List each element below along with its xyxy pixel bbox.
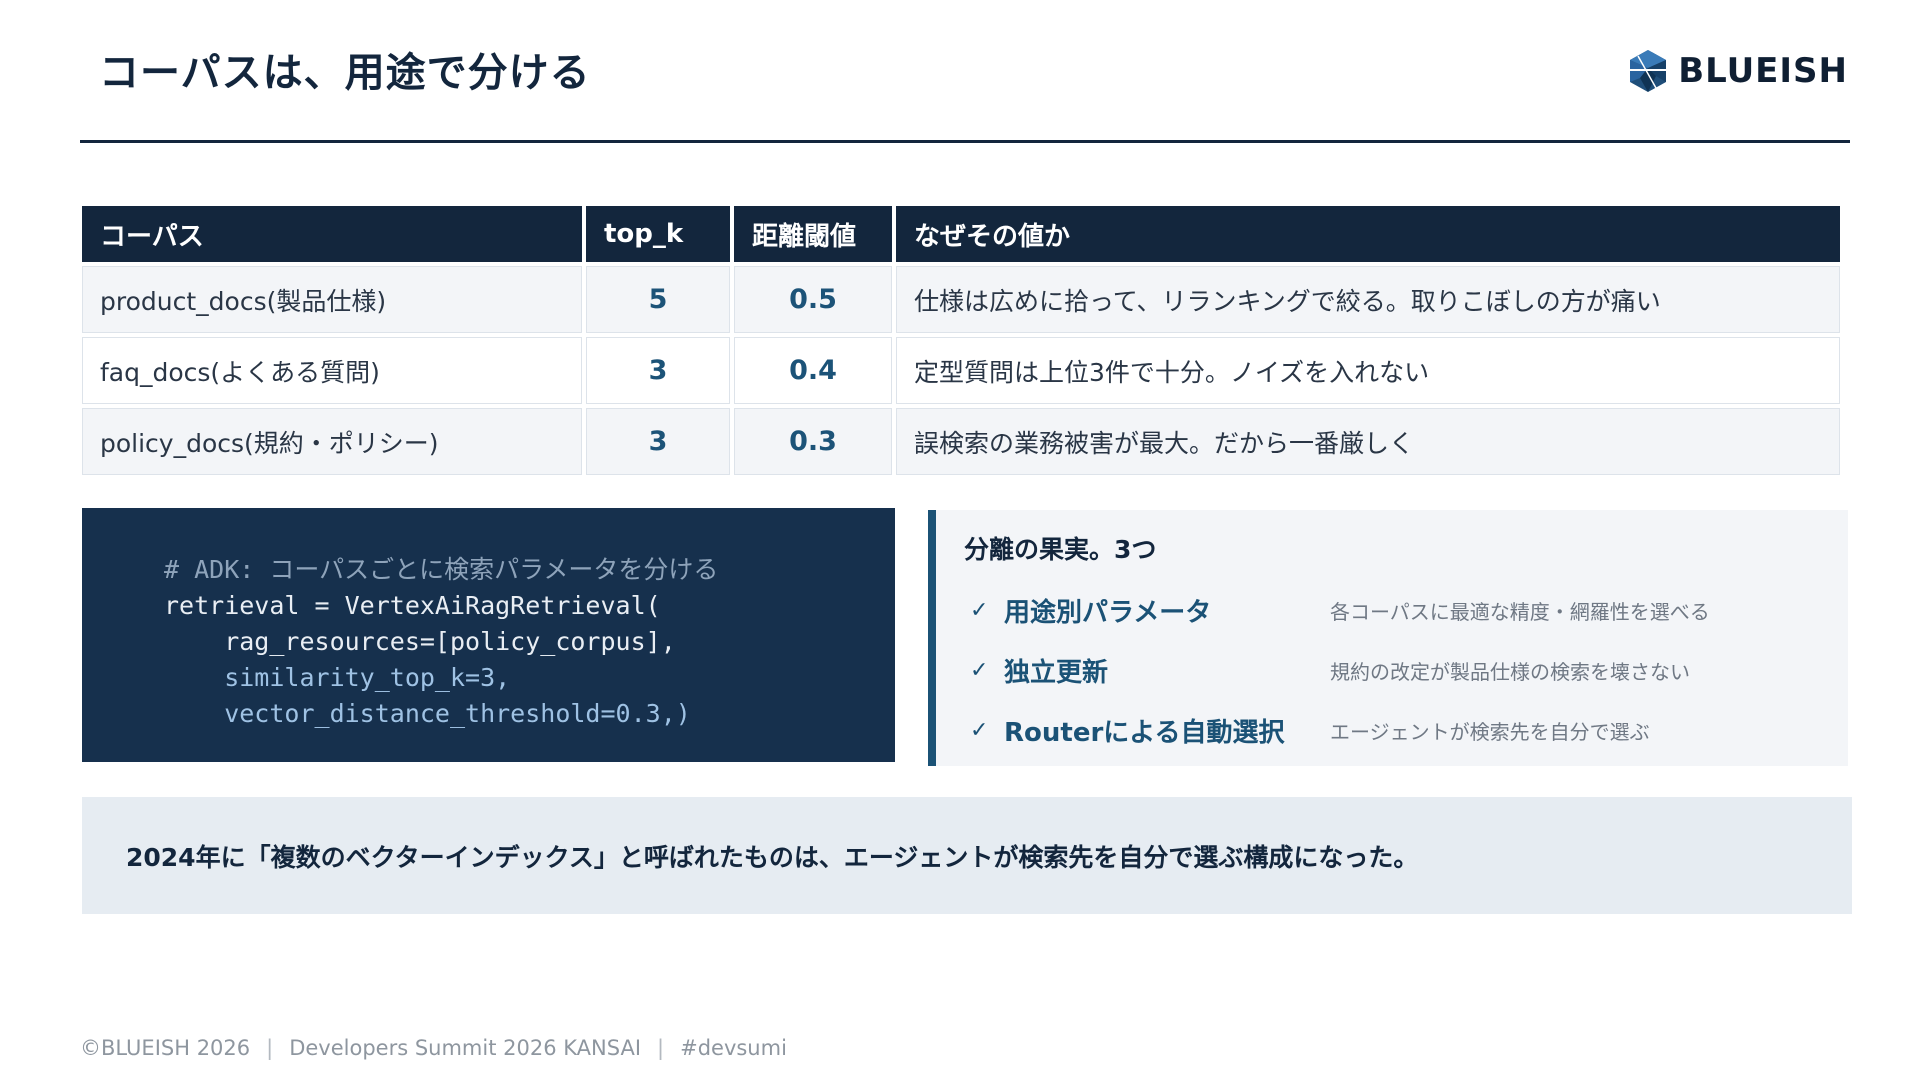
benefits-panel: 分離の果実。3つ ✓ 用途別パラメータ 各コーパスに最適な精度・網羅性を選べる …: [928, 510, 1848, 766]
header-divider: [80, 140, 1850, 143]
brand-logo: BLUEISH: [1626, 48, 1848, 94]
cell-reason: 定型質問は上位3件で十分。ノイズを入れない: [896, 337, 1840, 404]
check-icon: ✓: [970, 597, 989, 623]
code-comment: # ADK: コーパスごとに検索パラメータを分ける: [164, 555, 719, 584]
footer-copyright: ©BLUEISH 2026: [80, 1036, 251, 1060]
cell-top-k: 5: [586, 266, 730, 333]
cell-reason: 誤検索の業務被害が最大。だから一番厳しく: [896, 408, 1840, 475]
header-distance-threshold: 距離閾値: [734, 206, 892, 262]
table-row: product_docs(製品仕様) 5 0.5 仕様は広めに拾って、リランキン…: [82, 266, 1840, 333]
header-top-k: top_k: [586, 206, 730, 262]
cell-reason: 仕様は広めに拾って、リランキングで絞る。取りこぼしの方が痛い: [896, 266, 1840, 333]
conclusion-banner: 2024年に「複数のベクターインデックス」と呼ばれたものは、エージェントが検索先…: [82, 797, 1852, 914]
item-label: Routerによる自動選択: [1004, 717, 1285, 748]
cell-top-k: 3: [586, 337, 730, 404]
blueish-logo-icon: [1630, 50, 1667, 92]
logo-text: BLUEISH: [1678, 51, 1848, 91]
corpus-table: コーパス top_k 距離閾値 なぜその値か product_docs(製品仕様…: [78, 202, 1844, 479]
code-line: retrieval = VertexAiRagRetrieval(: [164, 591, 661, 620]
item-desc: 規約の改定が製品仕様の検索を壊さない: [1330, 659, 1690, 684]
footer: ©BLUEISH 2026 | Developers Summit 2026 KAN…: [80, 1036, 787, 1060]
list-item: ✓ 用途別パラメータ 各コーパスに最適な精度・網羅性を選べる: [964, 580, 1848, 640]
table-header-row: コーパス top_k 距離閾値 なぜその値か: [82, 206, 1840, 262]
header-corpus: コーパス: [82, 206, 582, 262]
code-block: # ADK: コーパスごとに検索パラメータを分ける retrieval = Ver…: [82, 508, 895, 762]
code-line: rag_resources=[policy_corpus],: [164, 627, 676, 656]
check-icon: ✓: [970, 717, 989, 743]
check-icon: ✓: [970, 657, 989, 683]
item-label: 用途別パラメータ: [1004, 597, 1212, 628]
footer-separator: |: [657, 1036, 665, 1060]
table-row: policy_docs(規約・ポリシー) 3 0.3 誤検索の業務被害が最大。だ…: [82, 408, 1840, 475]
footer-separator: |: [266, 1036, 274, 1060]
slide: コーパスは、用途で分ける BLUEISH コーパス top_k 距離閾値 なぜそ…: [0, 0, 1920, 1080]
table-row: faq_docs(よくある質問) 3 0.4 定型質問は上位3件で十分。ノイズを…: [82, 337, 1840, 404]
list-item: ✓ 独立更新 規約の改定が製品仕様の検索を壊さない: [964, 640, 1848, 700]
item-label: 独立更新: [1004, 657, 1109, 688]
code-line: similarity_top_k=3,: [164, 663, 511, 692]
footer-hashtag: #devsumi: [680, 1036, 787, 1060]
code-line: vector_distance_threshold=0.3,): [164, 699, 691, 728]
cell-top-k: 3: [586, 408, 730, 475]
cell-corpus: policy_docs(規約・ポリシー): [82, 408, 582, 475]
footer-event: Developers Summit 2026 KANSAI: [289, 1036, 642, 1060]
cell-distance: 0.4: [734, 337, 892, 404]
item-desc: エージェントが検索先を自分で選ぶ: [1330, 719, 1650, 744]
header-reason: なぜその値か: [896, 206, 1840, 262]
item-desc: 各コーパスに最適な精度・網羅性を選べる: [1330, 599, 1710, 624]
list-item: ✓ Routerによる自動選択 エージェントが検索先を自分で選ぶ: [964, 700, 1848, 760]
cell-corpus: faq_docs(よくある質問): [82, 337, 582, 404]
cell-distance: 0.3: [734, 408, 892, 475]
cell-corpus: product_docs(製品仕様): [82, 266, 582, 333]
panel-title: 分離の果実。3つ: [964, 535, 1157, 564]
page-title: コーパスは、用途で分ける: [99, 50, 591, 96]
cell-distance: 0.5: [734, 266, 892, 333]
